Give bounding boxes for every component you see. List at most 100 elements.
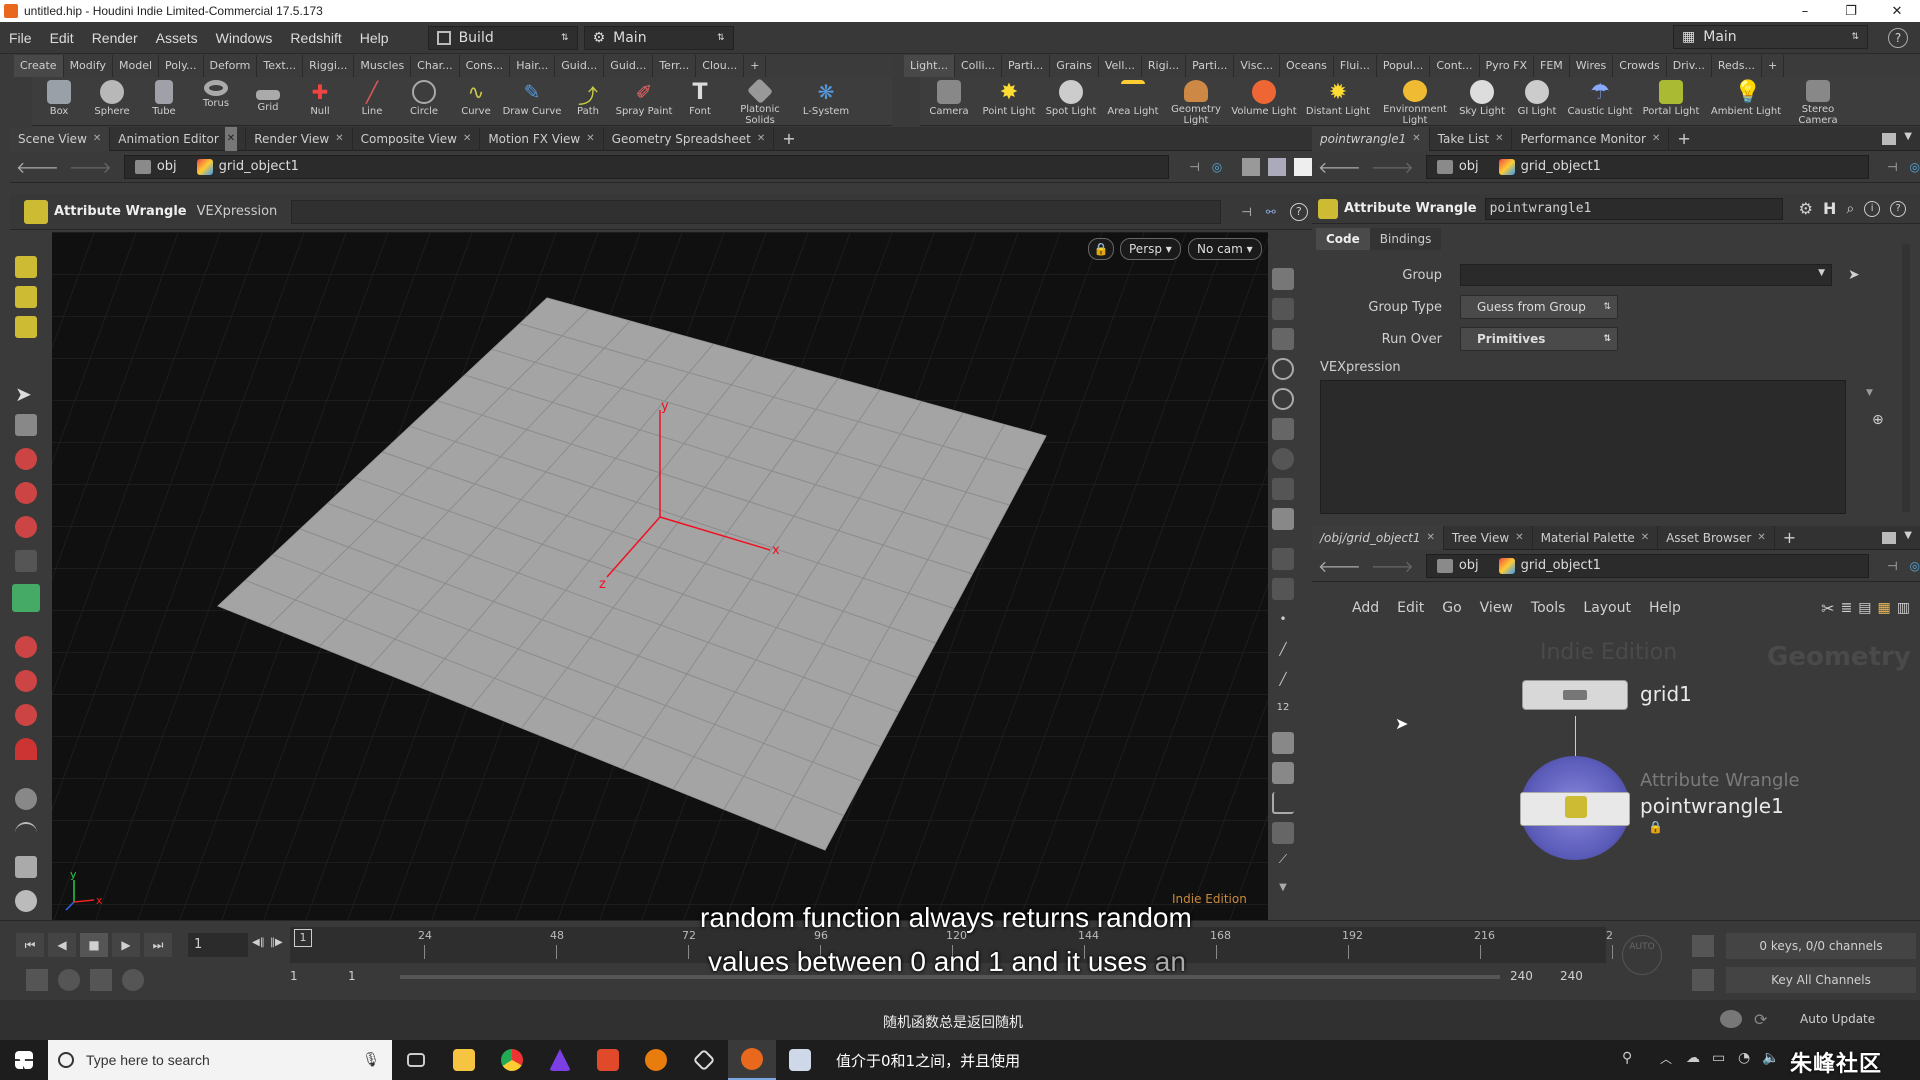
shading-icon[interactable] bbox=[1268, 157, 1287, 176]
snap-point-icon[interactable] bbox=[15, 704, 37, 726]
handle-active-icon[interactable] bbox=[12, 584, 40, 612]
tool-font[interactable]: T Font bbox=[674, 77, 726, 126]
help-icon[interactable]: ? bbox=[1890, 200, 1907, 217]
range-end-input[interactable]: 240 bbox=[1510, 969, 1533, 983]
shelf-tab[interactable]: Deform bbox=[204, 55, 258, 77]
desktop-select[interactable]: Build ⇅ bbox=[427, 25, 578, 50]
tool-sky-light[interactable]: Sky Light bbox=[1454, 77, 1510, 126]
shelf-tab[interactable]: Guid... bbox=[604, 55, 654, 77]
tools-icon[interactable]: ✂ bbox=[1821, 599, 1834, 618]
menu-windows[interactable]: Windows bbox=[207, 30, 282, 46]
forward-arrow-icon[interactable]: 🡒 bbox=[69, 157, 112, 177]
move-icon[interactable] bbox=[15, 448, 37, 470]
volume-icon[interactable]: 🔈 bbox=[1762, 1050, 1779, 1066]
lock-view-icon[interactable] bbox=[1272, 328, 1294, 350]
chevron-down-icon[interactable]: ▼ bbox=[1818, 268, 1825, 278]
shelf-tab[interactable]: Light... bbox=[904, 55, 955, 77]
shelf-tab[interactable]: Driv... bbox=[1667, 55, 1712, 77]
network-menu-view[interactable]: View bbox=[1480, 600, 1513, 616]
table-view-icon[interactable]: ▤ bbox=[1858, 600, 1871, 616]
scroll-down-icon[interactable]: ▼ bbox=[1272, 882, 1294, 904]
link-icon[interactable]: ◎ bbox=[1212, 160, 1222, 174]
tab-pointwrangle1[interactable]: pointwrangle1 ✕ bbox=[1312, 126, 1430, 151]
select-arrow-icon[interactable]: ➤ bbox=[15, 382, 37, 406]
realtime-icon[interactable] bbox=[26, 969, 48, 991]
tool-spray-paint[interactable]: ✐ Spray Paint bbox=[614, 77, 674, 126]
right-context-select[interactable]: ▦ Main ⇅ bbox=[1673, 25, 1868, 49]
shelf-tab[interactable]: Rigi... bbox=[1142, 55, 1187, 77]
step-back-icon[interactable]: ◀‖ bbox=[252, 937, 265, 948]
tab-network-path[interactable]: /obj/grid_object1 ✕ bbox=[1312, 525, 1444, 550]
light-icon[interactable] bbox=[1272, 418, 1294, 440]
bulb-icon[interactable] bbox=[1272, 448, 1294, 470]
shelf-tab[interactable]: Reds... bbox=[1712, 55, 1763, 77]
shelf-tab[interactable]: Parti... bbox=[1186, 55, 1235, 77]
maximize-pane-icon[interactable] bbox=[1882, 133, 1896, 145]
keys-info-button[interactable]: 0 keys, 0/0 channels bbox=[1726, 933, 1916, 959]
node-pointwrangle1-label[interactable]: pointwrangle1 bbox=[1640, 794, 1784, 818]
shelf-tab[interactable]: Popul... bbox=[1377, 55, 1431, 77]
pane-menu-icon[interactable]: ▼ bbox=[1904, 530, 1912, 541]
tool-null[interactable]: ✚ Null bbox=[294, 77, 346, 126]
path-seg-node[interactable]: grid_object1 bbox=[187, 158, 309, 175]
path-seg-obj[interactable]: obj bbox=[125, 159, 187, 174]
current-frame-input[interactable]: 1 bbox=[188, 933, 248, 957]
network-icon[interactable]: ◔ bbox=[1738, 1050, 1750, 1066]
uv-icon[interactable] bbox=[1272, 762, 1294, 784]
shelf-tab[interactable]: Clou... bbox=[696, 55, 745, 77]
network-menu-add[interactable]: Add bbox=[1352, 600, 1379, 616]
tab-bindings[interactable]: Bindings bbox=[1369, 228, 1442, 250]
network-menu-go[interactable]: Go bbox=[1442, 600, 1461, 616]
shelf-tab[interactable]: Cons... bbox=[460, 55, 511, 77]
network-menu-help[interactable]: Help bbox=[1649, 600, 1681, 616]
display-options-icon[interactable] bbox=[1272, 268, 1294, 290]
chat-icon[interactable] bbox=[1720, 1010, 1742, 1028]
tool-stereo-camera[interactable]: Stereo Camera bbox=[1786, 77, 1850, 126]
menu-render[interactable]: Render bbox=[83, 30, 147, 46]
pin-icon[interactable]: ⊣ bbox=[1887, 559, 1897, 573]
shelf-tab[interactable]: Parti... bbox=[1002, 55, 1051, 77]
shelf-tab[interactable]: Text... bbox=[257, 55, 304, 77]
tool-volume-light[interactable]: Volume Light bbox=[1228, 77, 1300, 126]
shelf-tab[interactable]: Grains bbox=[1050, 55, 1099, 77]
chevron-down-icon[interactable]: ▼ bbox=[1866, 388, 1873, 398]
tool-circle[interactable]: Circle bbox=[398, 77, 450, 126]
vexpression-input[interactable] bbox=[291, 199, 1222, 224]
tool-environment-light[interactable]: Environment Light bbox=[1376, 77, 1454, 126]
menu-edit[interactable]: Edit bbox=[41, 30, 83, 46]
minimize-button[interactable]: – bbox=[1782, 4, 1828, 19]
shelf-tab[interactable]: Oceans bbox=[1280, 55, 1334, 77]
close-icon[interactable]: ✕ bbox=[1515, 526, 1523, 550]
close-icon[interactable]: ✕ bbox=[1641, 526, 1649, 550]
tool-ambient-light[interactable]: 💡 Ambient Light bbox=[1706, 77, 1786, 126]
scale-icon[interactable] bbox=[15, 516, 37, 538]
key-icon[interactable] bbox=[1692, 935, 1714, 957]
tool-point-light[interactable]: ✸ Point Light bbox=[978, 77, 1040, 126]
camera-view-icon[interactable] bbox=[1272, 298, 1294, 320]
task-view-icon[interactable] bbox=[392, 1040, 440, 1080]
refresh-icon[interactable]: ⟳ bbox=[1754, 1010, 1767, 1029]
search-icon[interactable]: ⌕ bbox=[1846, 201, 1854, 217]
menu-assets[interactable]: Assets bbox=[147, 30, 207, 46]
channel-add-icon[interactable]: ⊕ bbox=[1872, 412, 1884, 428]
tab-motion-fx-view[interactable]: Motion FX View ✕ bbox=[480, 126, 604, 151]
snapshot-icon[interactable] bbox=[1272, 508, 1294, 530]
menu-redshift[interactable]: Redshift bbox=[281, 30, 350, 46]
tool-curve[interactable]: ∿ Curve bbox=[450, 77, 502, 126]
shelf-tab[interactable]: Crowds bbox=[1613, 55, 1667, 77]
list-view-icon[interactable]: ≣ bbox=[1841, 600, 1853, 616]
path-field[interactable]: obj grid_object1 bbox=[1425, 154, 1870, 179]
houdini-taskbar-icon[interactable] bbox=[728, 1040, 776, 1080]
tool-l-system[interactable]: ❋ L-System bbox=[794, 77, 858, 126]
camera-menu[interactable]: No cam ▾ bbox=[1188, 238, 1262, 260]
unity-icon[interactable] bbox=[680, 1040, 728, 1080]
back-arrow-icon[interactable]: 🡐 bbox=[16, 157, 59, 177]
file-explorer-icon[interactable] bbox=[440, 1040, 488, 1080]
bounding-box-icon[interactable] bbox=[1272, 792, 1294, 814]
snap-icon[interactable] bbox=[15, 636, 37, 658]
close-icon[interactable]: ✕ bbox=[1757, 526, 1765, 550]
loop-icon[interactable] bbox=[90, 969, 112, 991]
persp-menu[interactable]: Persp ▾ bbox=[1120, 238, 1181, 260]
shelf-tab[interactable]: Create bbox=[14, 55, 64, 77]
shelf-tab[interactable]: Hair... bbox=[510, 55, 556, 77]
